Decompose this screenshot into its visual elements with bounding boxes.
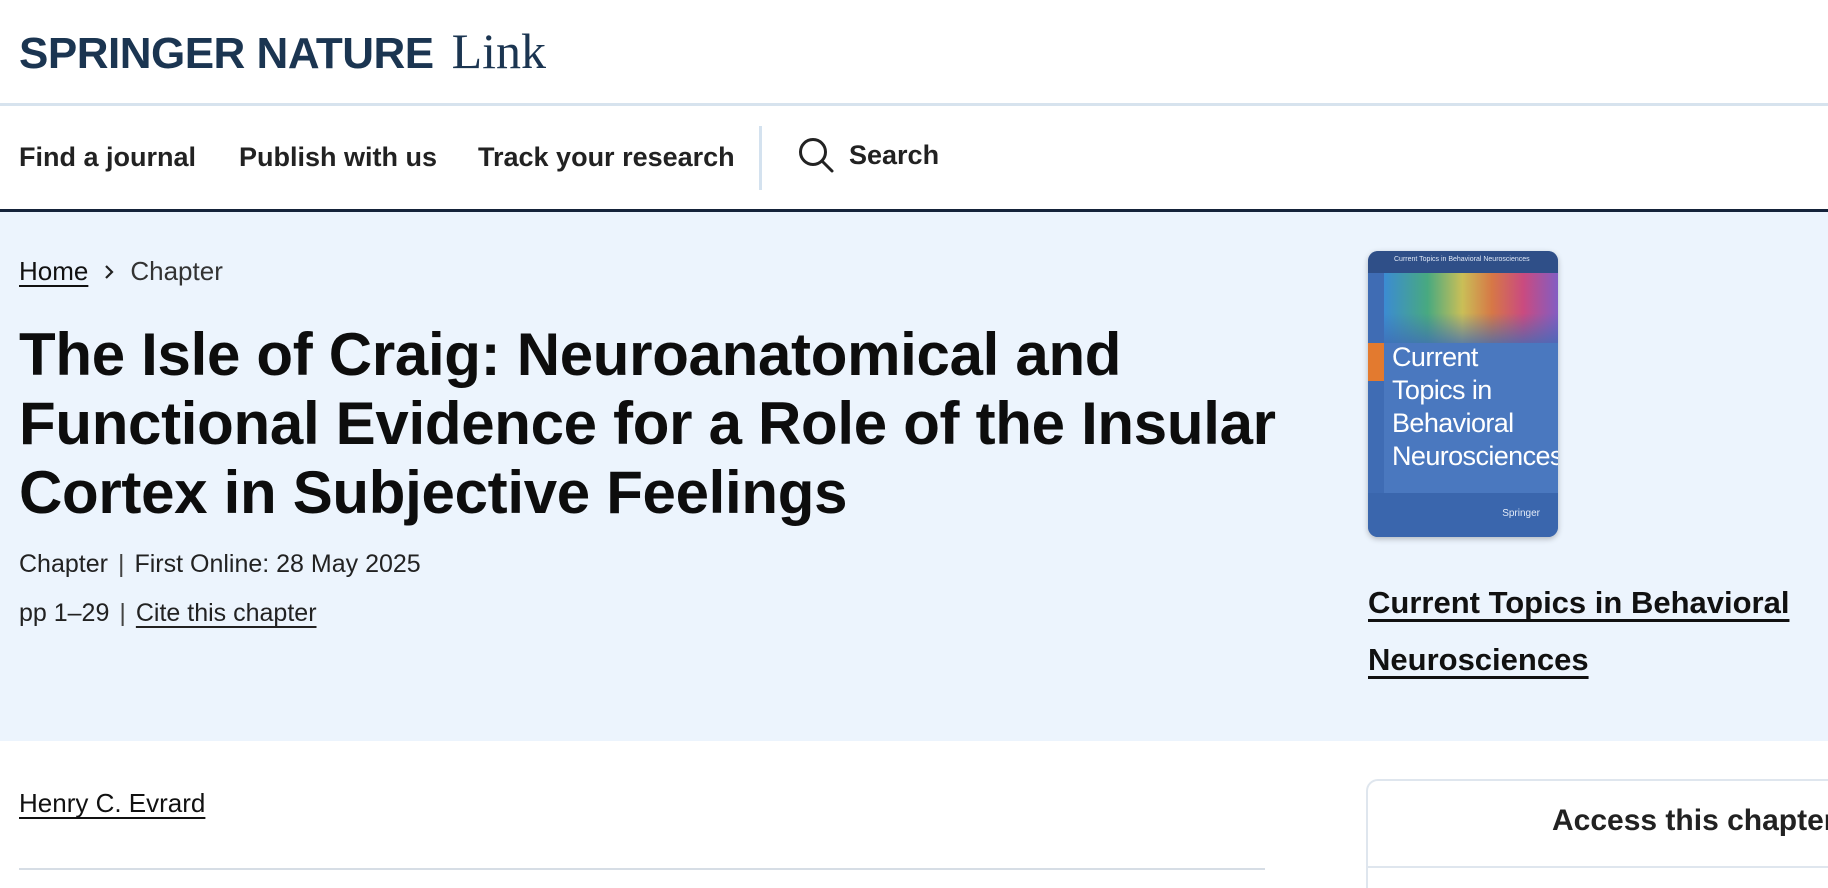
cover-accent-bar xyxy=(1368,343,1384,381)
search-label: Search xyxy=(849,139,940,170)
search-button[interactable]: Search xyxy=(797,136,939,174)
springer-nature-link-logo[interactable]: SPRINGER NATURE Link xyxy=(19,22,547,79)
logo-springer-nature-text: SPRINGER NATURE xyxy=(19,29,434,78)
main-navigation: Find a journal Publish with us Track you… xyxy=(0,106,1828,212)
meta-separator: | xyxy=(119,599,126,627)
logo-link-text: Link xyxy=(451,23,547,79)
access-panel-divider xyxy=(1368,866,1828,868)
meta-separator: | xyxy=(117,550,125,578)
content-divider xyxy=(19,868,1265,870)
breadcrumb-current: Chapter xyxy=(130,256,223,286)
access-chapter-panel: Access this chapter xyxy=(1366,779,1828,888)
cover-series-small-text: Current Topics in Behavioral Neuroscienc… xyxy=(1394,256,1530,263)
access-chapter-heading: Access this chapter xyxy=(1552,804,1828,837)
nav-find-a-journal[interactable]: Find a journal xyxy=(19,142,196,173)
cover-title-text: Current Topics in Behavioral Neuroscienc… xyxy=(1392,342,1558,471)
nav-publish-with-us[interactable]: Publish with us xyxy=(239,142,437,173)
author-link[interactable]: Henry C. Evrard xyxy=(19,788,205,819)
first-online-date: First Online: 28 May 2025 xyxy=(134,550,421,578)
content-type: Chapter xyxy=(19,550,108,578)
chapter-meta-row: Chapter | First Online: 28 May 2025 xyxy=(19,550,421,579)
chapter-hero: Home Chapter The Isle of Craig: Neuroana… xyxy=(0,212,1828,741)
chapter-title: The Isle of Craig: Neuroanatomical and F… xyxy=(19,321,1276,526)
nav-divider xyxy=(759,126,762,190)
cite-this-chapter-link[interactable]: Cite this chapter xyxy=(136,599,317,627)
chevron-right-icon xyxy=(105,264,114,279)
book-title-link[interactable]: Current Topics in Behavioral Neuroscienc… xyxy=(1368,574,1818,688)
search-icon xyxy=(799,138,834,173)
cover-publisher-logo: Springer xyxy=(1502,508,1540,519)
breadcrumb: Home Chapter xyxy=(19,256,223,287)
masthead: SPRINGER NATURE Link xyxy=(0,0,1828,106)
book-cover-image[interactable]: Current Topics in Behavioral Neuroscienc… xyxy=(1368,251,1558,537)
nav-track-your-research[interactable]: Track your research xyxy=(478,142,735,173)
page-range: pp 1–29 xyxy=(19,599,110,627)
chapter-pages-row: pp 1–29 | Cite this chapter xyxy=(19,599,317,628)
breadcrumb-home-link[interactable]: Home xyxy=(19,256,88,287)
